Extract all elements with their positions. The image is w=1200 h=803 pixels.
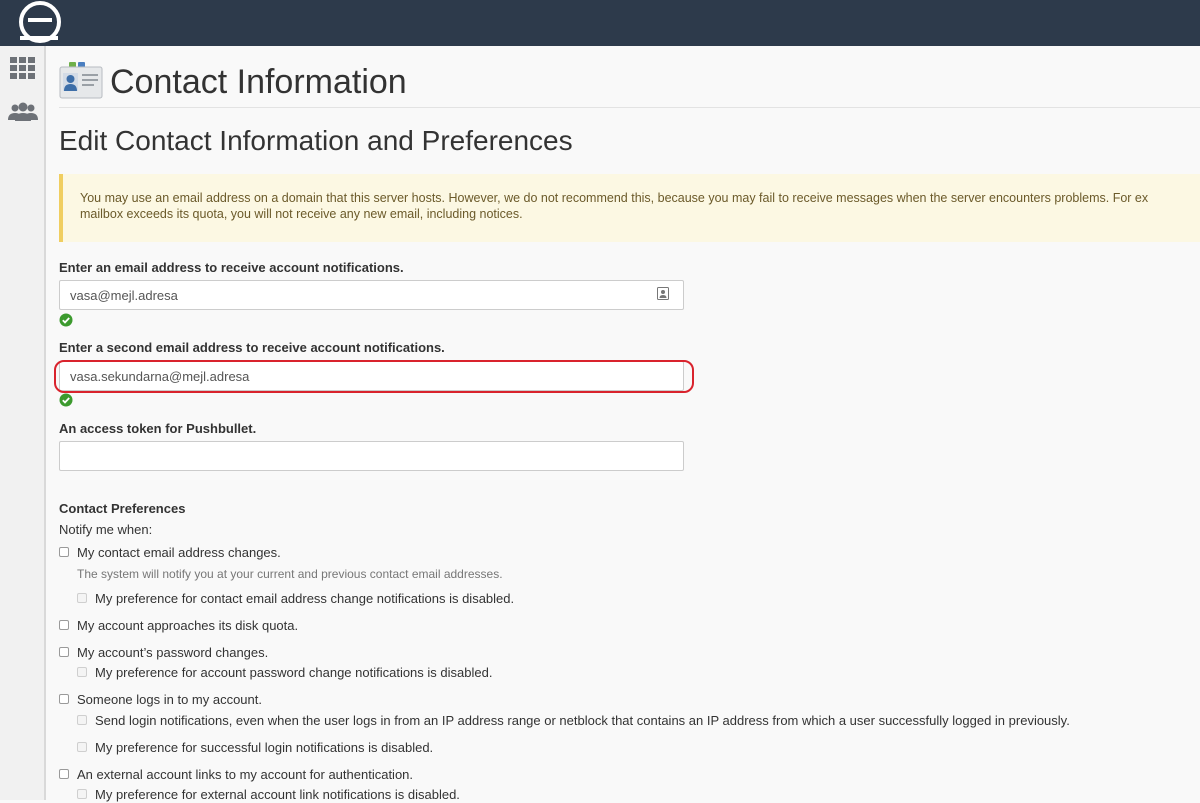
checkbox-label: My account approaches its disk quota. [77, 617, 299, 633]
checkbox-label: My preference for external account link … [95, 786, 460, 802]
main-content: Contact Information Edit Contact Informa… [54, 46, 1200, 803]
email2-label: Enter a second email address to receive … [59, 340, 445, 355]
pref-password-disabled[interactable]: My preference for account password chang… [77, 663, 492, 681]
pref-login[interactable]: Someone logs in to my account. [59, 690, 262, 708]
pref-contact-email-disabled[interactable]: My preference for contact email address … [77, 589, 514, 607]
pref-contact-email-changes[interactable]: My contact email address changes. [59, 543, 281, 561]
alert-line-2: mailbox exceeds its quota, you will not … [80, 207, 523, 221]
top-bar [0, 0, 1200, 46]
checkbox[interactable] [59, 547, 69, 557]
cpanel-logo-icon[interactable] [14, 0, 66, 46]
checkbox[interactable] [59, 694, 69, 704]
pref-external-link[interactable]: An external account links to my account … [59, 765, 413, 783]
pushbullet-input[interactable] [59, 441, 684, 471]
contact-picker-icon[interactable] [656, 286, 670, 300]
pref-password-changes[interactable]: My account’s password changes. [59, 643, 268, 661]
pref-disk-quota[interactable]: My account approaches its disk quota. [59, 616, 298, 634]
checkbox[interactable] [77, 667, 87, 677]
checkbox[interactable] [59, 647, 69, 657]
warning-alert: You may use an email address on a domain… [59, 174, 1200, 242]
checkbox[interactable] [59, 620, 69, 630]
users-icon[interactable] [0, 94, 46, 130]
contact-email-helper-text: The system will notify you at your curre… [77, 567, 503, 581]
email2-input[interactable] [59, 361, 684, 391]
checkbox-label: An external account links to my account … [77, 766, 414, 782]
checkbox[interactable] [77, 715, 87, 725]
pref-login-netblock[interactable]: Send login notifications, even when the … [77, 711, 1070, 729]
checkbox-label: My contact email address changes. [77, 544, 281, 560]
section-title: Edit Contact Information and Preferences [59, 125, 573, 156]
checkbox-label: Send login notifications, even when the … [95, 712, 1070, 728]
contact-card-icon [59, 62, 103, 100]
checkbox-label: My account’s password changes. [77, 644, 269, 660]
pref-external-link-disabled[interactable]: My preference for external account link … [77, 785, 460, 803]
checkbox-label: My preference for successful login notif… [95, 739, 434, 755]
checkbox-label: Someone logs in to my account. [77, 691, 262, 707]
apps-grid-icon[interactable] [0, 50, 46, 86]
checkbox[interactable] [59, 769, 69, 779]
checkbox[interactable] [77, 593, 87, 603]
page-header: Contact Information [59, 60, 1200, 106]
email2-valid-icon [59, 393, 73, 407]
contact-preferences-title: Contact Preferences [59, 501, 186, 516]
alert-line-1: You may use an email address on a domain… [80, 191, 1149, 205]
checkbox-label: My preference for contact email address … [95, 590, 515, 606]
checkbox[interactable] [77, 742, 87, 752]
email1-valid-icon [59, 313, 73, 327]
checkbox[interactable] [77, 789, 87, 799]
pushbullet-label: An access token for Pushbullet. [59, 421, 257, 436]
notify-me-label: Notify me when: [59, 522, 153, 537]
email1-input[interactable] [59, 280, 684, 310]
header-divider [59, 107, 1200, 108]
pref-login-disabled[interactable]: My preference for successful login notif… [77, 738, 433, 756]
checkbox-label: My preference for account password chang… [95, 664, 493, 680]
page-title: Contact Information [110, 63, 407, 101]
sidebar [0, 46, 46, 800]
email1-label: Enter an email address to receive accoun… [59, 260, 404, 275]
